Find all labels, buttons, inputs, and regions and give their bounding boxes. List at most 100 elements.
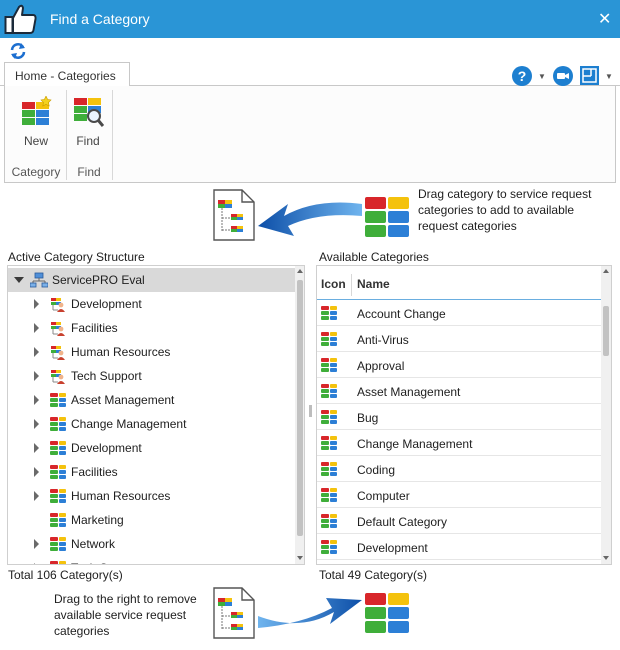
refresh-icon[interactable] xyxy=(9,42,27,60)
expand-arrow-icon[interactable] xyxy=(34,419,39,429)
video-camera-icon[interactable] xyxy=(553,66,573,86)
table-row[interactable]: Asset Management xyxy=(317,378,601,404)
folder-user-icon xyxy=(51,370,65,384)
tree-item[interactable]: Change Management xyxy=(8,412,296,436)
expand-arrow-icon[interactable] xyxy=(34,371,39,381)
table-row[interactable]: Change Management xyxy=(317,430,601,456)
thumbs-up-icon xyxy=(4,3,38,35)
find-button-label: Find xyxy=(76,134,100,148)
scroll-up-arrow-icon[interactable] xyxy=(297,269,303,273)
category-icon xyxy=(50,417,66,431)
tree-item[interactable]: Human Resources xyxy=(8,340,296,364)
category-large-icon xyxy=(364,592,410,634)
collapse-arrow-icon[interactable] xyxy=(14,277,24,283)
scroll-down-arrow-icon[interactable] xyxy=(603,556,609,560)
tree-item[interactable]: Marketing xyxy=(8,508,296,532)
table-row[interactable]: Coding xyxy=(317,456,601,482)
add-instruction-text: Drag category to service request categor… xyxy=(418,187,592,233)
category-icon xyxy=(50,465,66,479)
column-divider xyxy=(351,274,352,296)
category-icon xyxy=(50,561,66,564)
options-dropdown-chevron-icon[interactable]: ▼ xyxy=(605,72,613,81)
new-category-icon xyxy=(22,96,52,125)
category-icon xyxy=(321,306,337,320)
folder-user-icon xyxy=(51,322,65,336)
tree-item-label: Facilities xyxy=(71,465,118,479)
folder-user-icon xyxy=(51,298,65,312)
table-row[interactable]: Approval xyxy=(317,352,601,378)
expand-arrow-icon[interactable] xyxy=(34,563,39,564)
arrow-right-icon xyxy=(256,594,364,638)
tree-item[interactable]: Tech Support xyxy=(8,556,296,564)
help-icon[interactable]: ? xyxy=(512,66,532,86)
category-tree[interactable]: ServicePRO Eval Development Facilities Huma… xyxy=(7,265,305,565)
tree-item[interactable]: Facilities xyxy=(8,460,296,484)
expand-arrow-icon[interactable] xyxy=(34,347,39,357)
tree-item[interactable]: Tech Support xyxy=(8,364,296,388)
vertical-scrollbar[interactable] xyxy=(601,266,611,564)
available-categories-grid[interactable]: Icon Name Account Change Anti-Virus Approv… xyxy=(316,265,612,565)
table-row[interactable]: Default Category xyxy=(317,508,601,534)
window-title: Find a Category xyxy=(50,11,150,27)
tree-item[interactable]: Facilities xyxy=(8,316,296,340)
vertical-scrollbar[interactable] xyxy=(295,266,304,564)
expand-arrow-icon[interactable] xyxy=(34,395,39,405)
network-tree-icon xyxy=(30,272,48,288)
tree-item[interactable]: Network xyxy=(8,532,296,556)
remove-instruction-text: Drag to the right to remove available se… xyxy=(54,592,197,638)
tree-item-label: Asset Management xyxy=(71,393,175,407)
expand-arrow-icon[interactable] xyxy=(34,467,39,477)
category-icon xyxy=(321,462,337,476)
category-icon xyxy=(321,410,337,424)
expand-arrow-icon[interactable] xyxy=(34,539,39,549)
table-row[interactable]: Account Change xyxy=(317,300,601,326)
category-name-cell: Bug xyxy=(357,411,379,425)
scroll-up-arrow-icon[interactable] xyxy=(603,269,609,273)
column-header-name[interactable]: Name xyxy=(357,277,390,291)
expand-arrow-icon[interactable] xyxy=(34,299,39,309)
available-categories-header: Available Categories xyxy=(319,250,429,264)
category-name-cell: Change Management xyxy=(357,437,473,451)
panel-splitter[interactable] xyxy=(309,405,312,417)
tree-root-label: ServicePRO Eval xyxy=(52,273,145,287)
table-row[interactable]: Bug xyxy=(317,404,601,430)
screen-capture-icon[interactable] xyxy=(580,66,599,85)
grid-header: Icon Name xyxy=(317,266,601,300)
new-category-button[interactable]: New xyxy=(16,94,56,148)
category-name-cell: Anti-Virus xyxy=(357,333,409,347)
expand-arrow-icon[interactable] xyxy=(34,323,39,333)
find-category-button[interactable]: Find xyxy=(68,94,108,148)
category-name-cell: Development xyxy=(357,541,428,555)
table-row[interactable]: Anti-Virus xyxy=(317,326,601,352)
tree-item[interactable]: Development xyxy=(8,436,296,460)
close-icon[interactable]: ✕ xyxy=(598,9,611,29)
find-category-icon xyxy=(74,98,104,127)
scrollbar-thumb[interactable] xyxy=(297,280,303,536)
category-icon xyxy=(321,540,337,554)
scroll-down-arrow-icon[interactable] xyxy=(297,556,303,560)
help-dropdown-chevron-icon[interactable]: ▼ xyxy=(538,72,546,81)
scrollbar-thumb[interactable] xyxy=(603,306,609,356)
tree-item[interactable]: Development xyxy=(8,292,296,316)
group-label-category: Category xyxy=(11,165,61,179)
category-name-cell: Account Change xyxy=(357,307,446,321)
expand-arrow-icon[interactable] xyxy=(34,443,39,453)
column-header-icon[interactable]: Icon xyxy=(321,277,346,291)
category-icon xyxy=(321,384,337,398)
category-name-cell: Coding xyxy=(357,463,396,477)
category-name-cell: Asset Management xyxy=(357,385,461,399)
table-row[interactable]: Development xyxy=(317,534,601,560)
category-icon xyxy=(321,332,337,346)
expand-arrow-icon[interactable] xyxy=(34,491,39,501)
category-name-cell: Computer xyxy=(357,489,410,503)
tree-item-label: Change Management xyxy=(71,417,187,431)
category-icon xyxy=(321,514,337,528)
category-name-cell: Approval xyxy=(357,359,405,373)
tree-root-item[interactable]: ServicePRO Eval xyxy=(8,268,296,292)
tree-total-count: Total 106 Category(s) xyxy=(8,568,123,582)
tree-item[interactable]: Asset Management xyxy=(8,388,296,412)
tree-item-label: Tech Support xyxy=(71,561,142,564)
tree-item[interactable]: Human Resources xyxy=(8,484,296,508)
tab-home-categories[interactable]: Home - Categories xyxy=(4,62,130,86)
table-row[interactable]: Computer xyxy=(317,482,601,508)
